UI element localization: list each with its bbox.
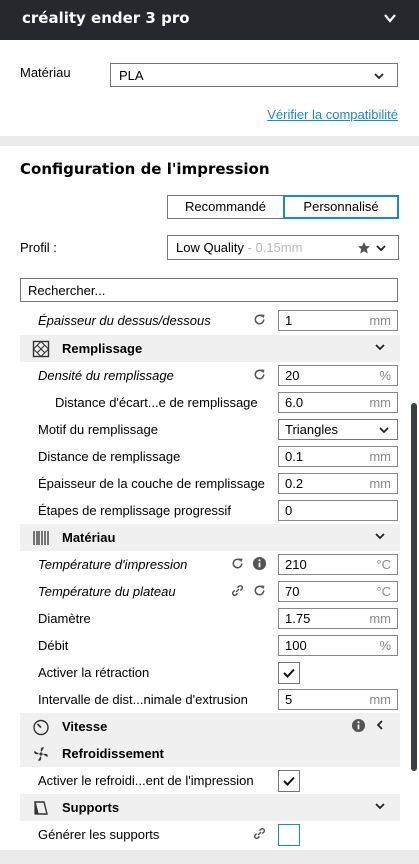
category-cooling[interactable]: Refroidissement <box>20 740 400 767</box>
chevron-down-icon <box>375 344 385 351</box>
setting-label: Densité du remplissage <box>38 368 174 383</box>
setting-field[interactable]: 1.75 mm <box>278 608 398 629</box>
settings-list[interactable]: Épaisseur du dessus/dessous 1 mm Remplis… <box>0 310 419 850</box>
reset-icon[interactable] <box>252 583 267 598</box>
setting-field[interactable]: 0 <box>278 500 398 521</box>
checkmark-icon <box>283 776 295 786</box>
category-label: Matériau <box>62 530 116 545</box>
chevron-left-icon <box>376 720 383 730</box>
reset-icon[interactable] <box>252 367 267 382</box>
setting-row-bed-temperature: Température du plateau 70 °C <box>20 578 400 605</box>
setting-field[interactable]: 20 % <box>278 365 398 386</box>
settings-search-input[interactable]: Rechercher... <box>20 278 398 302</box>
setting-field[interactable]: 210 °C <box>278 554 398 575</box>
profile-label: Profil : <box>20 240 57 255</box>
speed-icon <box>33 719 49 736</box>
section-divider <box>0 136 419 146</box>
material-icon <box>33 531 49 545</box>
setting-row-infill-pattern: Motif du remplissage Triangles <box>20 416 400 443</box>
setting-row-print-temperature: Température d'impression 210 °C <box>20 551 400 578</box>
material-select[interactable]: PLA <box>110 63 398 87</box>
info-icon[interactable] <box>351 718 366 733</box>
setting-row-infill-wipe-distance: Distance de remplissage 0.1 mm <box>20 443 400 470</box>
setting-row-infill-line-distance: Distance d'écart...e de remplissage 6.0 … <box>20 389 400 416</box>
support-icon <box>34 801 48 815</box>
setting-label: Étapes de remplissage progressif <box>38 503 231 518</box>
setting-label: Activer la rétraction <box>38 665 150 680</box>
setting-field[interactable]: 0.2 mm <box>278 473 398 494</box>
category-support[interactable]: Supports <box>20 794 400 821</box>
cooling-checkbox[interactable] <box>278 770 300 792</box>
fan-icon <box>34 747 48 761</box>
printer-name: créality ender 3 pro <box>22 9 190 27</box>
settings-scrollbar[interactable] <box>411 403 417 771</box>
setting-field[interactable]: 5 mm <box>278 689 398 710</box>
setting-label: Générer les supports <box>38 827 160 842</box>
setting-label: Distance de remplissage <box>38 449 181 464</box>
setting-row-flow: Débit 100 % <box>20 632 400 659</box>
star-icon[interactable] <box>357 241 371 255</box>
reset-icon[interactable] <box>252 312 267 327</box>
search-placeholder: Rechercher... <box>28 283 106 298</box>
setting-label: Diamètre <box>38 611 91 626</box>
profile-select[interactable]: Low Quality - 0.15mm <box>167 235 399 260</box>
print-setup-title: Configuration de l'impression <box>20 160 270 178</box>
chevron-down-icon <box>375 803 385 810</box>
printer-header[interactable]: créality ender 3 pro <box>0 0 419 40</box>
setting-label: Motif du remplissage <box>38 422 158 437</box>
panel-bottom-edge <box>0 850 419 864</box>
setting-row-diameter: Diamètre 1.75 mm <box>20 605 400 632</box>
support-checkbox[interactable] <box>278 824 300 846</box>
setting-row-generate-support: Générer les supports <box>20 821 400 848</box>
category-label: Refroidissement <box>62 746 164 761</box>
setting-row-min-extrusion-distance: Intervalle de dist...nimale d'extrusion … <box>20 686 400 713</box>
setting-label: Température du plateau <box>38 584 176 599</box>
setting-row-enable-cooling: Activer le refroidi...ent de l'impressio… <box>20 767 400 794</box>
category-speed[interactable]: Vitesse <box>20 713 400 740</box>
chevron-down-icon <box>374 73 384 80</box>
chevron-down-icon <box>375 533 385 540</box>
infill-icon <box>32 340 50 358</box>
info-icon[interactable] <box>252 556 267 571</box>
setting-row-enable-retraction: Activer la rétraction <box>20 659 400 686</box>
material-select-value: PLA <box>119 68 144 83</box>
checkmark-icon <box>283 668 295 678</box>
profile-layer-height: - 0.15mm <box>243 240 303 255</box>
category-label: Remplissage <box>62 341 143 356</box>
setting-label: Température d'impression <box>38 557 188 572</box>
setting-label: Épaisseur de la couche de remplissage <box>38 476 265 491</box>
setting-label: Débit <box>38 638 69 653</box>
check-compatibility-link[interactable]: Vérifier la compatibilité <box>267 107 398 122</box>
profile-value: Low Quality <box>176 240 244 255</box>
setting-label: Épaisseur du dessus/dessous <box>38 313 211 328</box>
tab-recommended[interactable]: Recommandé <box>167 195 283 219</box>
chevron-down-icon <box>376 245 386 252</box>
retraction-checkbox[interactable] <box>278 662 300 684</box>
setting-field[interactable]: 1 mm <box>278 310 398 331</box>
material-label: Matériau <box>20 65 71 80</box>
reset-icon[interactable] <box>230 556 245 571</box>
setting-label: Intervalle de dist...nimale d'extrusion <box>38 692 248 707</box>
setting-field[interactable]: 100 % <box>278 635 398 656</box>
setting-row-infill-layer-thickness: Épaisseur de la couche de remplissage 0.… <box>20 470 400 497</box>
material-section: Matériau PLA Vérifier la compatibilité <box>0 40 419 136</box>
category-infill[interactable]: Remplissage <box>20 335 400 362</box>
setting-field[interactable]: 0.1 mm <box>278 446 398 467</box>
setting-label: Distance d'écart...e de remplissage <box>55 395 258 410</box>
category-label: Vitesse <box>62 719 108 734</box>
category-material[interactable]: Matériau <box>20 524 400 551</box>
setting-row-top-bottom-thickness: Épaisseur du dessus/dessous 1 mm <box>20 310 400 334</box>
setting-row-gradual-infill-steps: Étapes de remplissage progressif 0 <box>20 497 400 524</box>
chevron-down-icon[interactable] <box>382 10 398 26</box>
tab-custom[interactable]: Personnalisé <box>283 195 399 219</box>
setting-label: Activer le refroidi...ent de l'impressio… <box>38 773 254 788</box>
link-icon[interactable] <box>252 826 267 841</box>
link-icon[interactable] <box>230 583 245 598</box>
setting-row-infill-density: Densité du remplissage 20 % <box>20 362 400 389</box>
setting-field[interactable]: 70 °C <box>278 581 398 602</box>
category-label: Supports <box>62 800 120 815</box>
setting-field[interactable]: 6.0 mm <box>278 392 398 413</box>
infill-pattern-select[interactable]: Triangles <box>278 419 398 440</box>
chevron-down-icon <box>379 427 389 434</box>
